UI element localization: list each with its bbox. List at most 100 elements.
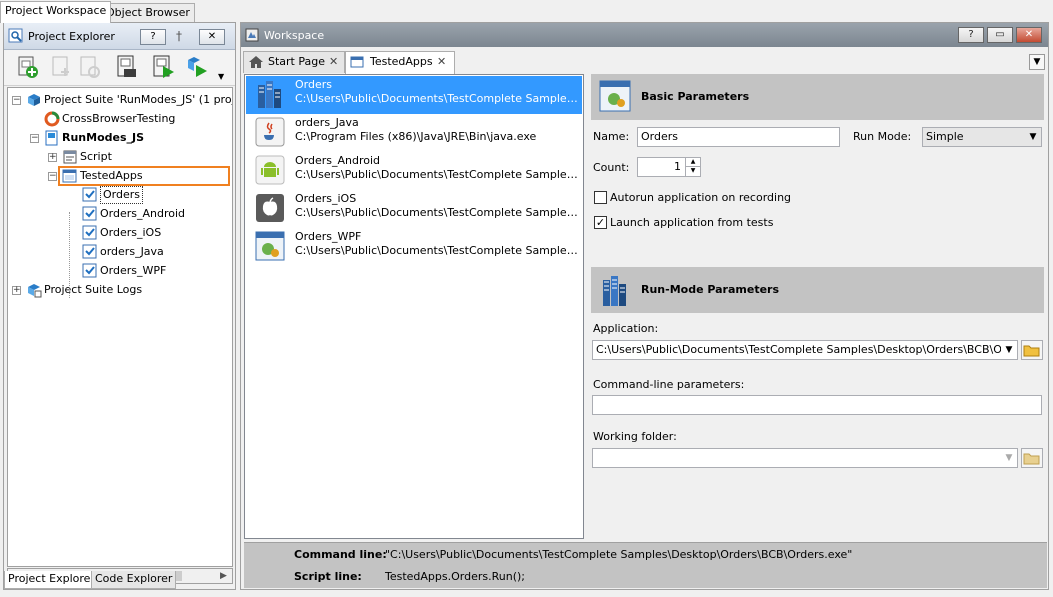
home-icon [249, 56, 263, 68]
stepper-up-icon[interactable]: ▲ [685, 158, 700, 167]
tab-project-workspace[interactable]: Project Workspace [0, 1, 112, 23]
tab-start-page[interactable]: Start Page ✕ [243, 51, 345, 73]
basic-parameters-icon [599, 80, 631, 112]
project-icon [44, 130, 60, 146]
java-icon [255, 117, 285, 147]
tree-expander-icon[interactable]: − [30, 134, 39, 143]
tree-item-script[interactable]: Script [80, 148, 112, 166]
workspace-close-button[interactable]: ✕ [1016, 27, 1042, 43]
tree-item-project-suite-logs[interactable]: Project Suite Logs [44, 281, 142, 299]
help-button[interactable]: ? [140, 29, 166, 45]
tree-item-orders-ios[interactable]: Orders_iOS [100, 224, 161, 242]
remove-item-icon[interactable] [76, 54, 102, 80]
pin-icon[interactable]: † [176, 29, 182, 43]
list-item[interactable]: orders_Java C:\Program Files (x86)\Java\J… [246, 114, 582, 152]
tree-item-orders-android[interactable]: Orders_Android [100, 205, 185, 223]
browse-folder-icon[interactable] [1021, 448, 1043, 468]
cmdline-label: Command-line parameters: [593, 378, 745, 391]
project-tree: − Project Suite 'RunModes_JS' (1 project)… [7, 87, 233, 567]
app-name: orders_Java [295, 116, 359, 129]
run-mode-parameters-header: Run-Mode Parameters [591, 267, 1044, 313]
app-name: Orders_Android [295, 154, 381, 167]
tested-app-icon [82, 225, 98, 241]
tree-item-project-suite-runmodes-js-1-project[interactable]: Project Suite 'RunModes_JS' (1 project) [44, 91, 232, 109]
tree-expander-icon[interactable]: + [12, 286, 21, 295]
explorer-toolbar: ▼ [4, 50, 235, 86]
cmdline-input[interactable] [592, 395, 1042, 415]
autorun-label: Autorun application on recording [610, 191, 792, 204]
count-value: 1 [674, 160, 681, 173]
wpf-app-icon [255, 231, 285, 261]
count-stepper[interactable]: 1 ▲ ▼ [637, 157, 701, 177]
command-line-value: "C:\Users\Public\Documents\TestComplete … [385, 548, 853, 561]
add-existing-item-icon[interactable] [48, 54, 74, 80]
scroll-right-icon[interactable]: ▶ [220, 571, 227, 581]
tab-tested-apps[interactable]: TestedApps ✕ [345, 51, 455, 74]
basic-parameters-title: Basic Parameters [641, 90, 750, 103]
list-item[interactable]: Orders_Android C:\Users\Public\Documents\… [246, 152, 582, 190]
script-icon [62, 149, 78, 165]
tested-app-icon [82, 244, 98, 260]
tested-app-icon [82, 206, 98, 222]
browse-folder-icon[interactable] [1021, 340, 1043, 360]
tree-item-runmodes-js[interactable]: RunModes_JS [62, 129, 144, 147]
tested-app-icon [82, 263, 98, 279]
app-path: C:\Users\Public\Documents\TestComplete S… [295, 168, 581, 181]
list-item[interactable]: Orders_iOS C:\Users\Public\Documents\Test… [246, 190, 582, 228]
run-suite-icon[interactable] [184, 54, 210, 80]
highlight-box [58, 166, 230, 186]
autorun-checkbox[interactable] [594, 191, 607, 204]
list-item[interactable]: Orders C:\Users\Public\Documents\TestComp… [246, 76, 582, 114]
tab-project-explorer[interactable]: Project Explorer [4, 571, 99, 589]
android-icon [255, 155, 285, 185]
command-status-bar: Command line: "C:\Users\Public\Documents… [244, 542, 1047, 588]
tab-tested-apps-label: TestedApps [370, 55, 433, 68]
properties-icon[interactable] [114, 54, 140, 80]
chevron-down-icon[interactable]: ▼ [1001, 449, 1017, 467]
project-explorer-titlebar: Project Explorer ? † ✕ [4, 23, 235, 50]
tree-item-orders-wpf[interactable]: Orders_WPF [100, 262, 166, 280]
close-panel-button[interactable]: ✕ [199, 29, 225, 45]
app-path: C:\Users\Public\Documents\TestComplete S… [295, 206, 581, 219]
workspace-titlebar: Workspace ? ▭ ✕ [241, 23, 1048, 47]
tree-item-orders-java[interactable]: orders_Java [100, 243, 164, 261]
list-item[interactable]: Orders_WPF C:\Users\Public\Documents\Test… [246, 228, 582, 266]
project-explorer-title: Project Explorer [28, 29, 115, 43]
logs-icon [26, 282, 42, 298]
chevron-down-icon[interactable]: ▼ [218, 72, 224, 81]
tab-object-browser[interactable]: Object Browser [101, 3, 195, 23]
tree-item-crossbrowsertesting[interactable]: CrossBrowserTesting [62, 110, 175, 128]
workdir-input[interactable]: ▼ [592, 448, 1018, 468]
chevron-down-icon[interactable]: ▼ [1001, 341, 1017, 359]
app-name: Orders_iOS [295, 192, 357, 205]
application-value: C:\Users\Public\Documents\TestComplete S… [596, 343, 1018, 356]
tab-code-explorer[interactable]: Code Explorer [91, 571, 177, 589]
tab-tested-apps-close-icon[interactable]: ✕ [437, 52, 446, 72]
app-path: C:\Users\Public\Documents\TestComplete S… [295, 244, 581, 257]
workspace-help-button[interactable]: ? [958, 27, 984, 43]
project-explorer-icon [8, 28, 23, 43]
tab-start-page-label: Start Page [268, 55, 325, 68]
run-mode-select[interactable]: Simple ▼ [922, 127, 1042, 147]
tabs-dropdown-icon[interactable]: ▼ [1029, 54, 1045, 70]
app-name: Orders [295, 78, 332, 91]
tab-start-page-close-icon[interactable]: ✕ [329, 52, 338, 72]
application-input[interactable]: C:\Users\Public\Documents\TestComplete S… [592, 340, 1018, 360]
tree-expander-icon[interactable]: − [48, 172, 57, 181]
apple-icon [255, 193, 285, 223]
stepper-down-icon[interactable]: ▼ [685, 167, 700, 176]
script-line-value: TestedApps.Orders.Run(); [385, 570, 525, 583]
run-project-icon[interactable] [150, 54, 176, 80]
tree-expander-icon[interactable]: + [48, 153, 57, 162]
app-path: C:\Program Files (x86)\Java\JRE\Bin\java… [295, 130, 537, 143]
workspace-restore-button[interactable]: ▭ [987, 27, 1013, 43]
add-new-item-icon[interactable] [14, 54, 40, 80]
name-input[interactable]: Orders [637, 127, 840, 147]
tree-expander-icon[interactable]: − [12, 96, 21, 105]
tree-guide-line [69, 212, 70, 298]
tree-item-orders[interactable]: Orders [100, 186, 143, 204]
project-suite-icon [26, 92, 42, 108]
chevron-down-icon[interactable]: ▼ [1025, 128, 1041, 146]
workspace-title: Workspace [264, 28, 325, 42]
launch-checkbox[interactable]: ✓ [594, 216, 607, 229]
